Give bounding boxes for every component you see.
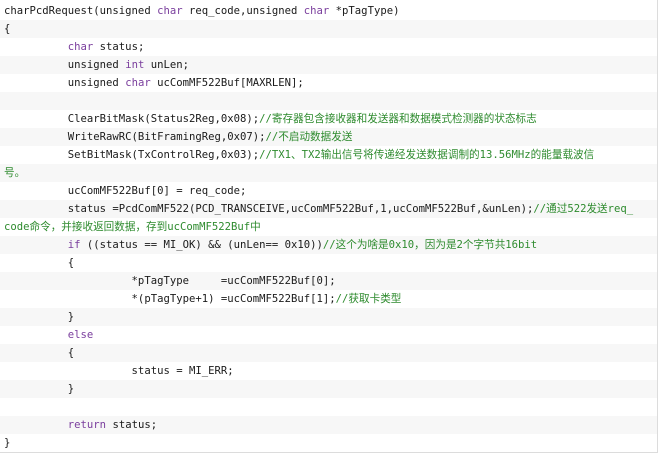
code-line: WriteRawRC(BitFramingReg,0x07);//不启动数据发送 xyxy=(0,128,657,146)
code-text: } xyxy=(4,311,75,323)
code-line: { xyxy=(0,20,657,38)
code-comment: //寄存器包含接收器和发送器和数据模式检测器的状态标志 xyxy=(259,113,537,125)
code-text: *(pTagType+1) =ucComMF522Buf[1]; xyxy=(4,293,336,305)
code-text: *pTagType =ucComMF522Buf[0]; xyxy=(4,275,336,287)
code-text: ClearBitMask(Status2Reg,0x08); xyxy=(4,113,260,125)
code-line: return status; xyxy=(0,416,657,434)
code-text: charPcdRequest(unsigned xyxy=(4,5,158,17)
code-line: *(pTagType+1) =ucComMF522Buf[1];//获取卡类型 xyxy=(0,290,657,308)
code-text: ucComMF522Buf[MAXRLEN]; xyxy=(150,77,304,89)
code-text: unsigned xyxy=(4,59,126,71)
code-line: } xyxy=(0,380,657,398)
code-text: WriteRawRC(BitFramingReg,0x07); xyxy=(4,131,266,143)
code-text: status =PcdComMF522(PCD_TRANSCEIVE,ucCom… xyxy=(4,203,534,215)
code-text: *pTagType) xyxy=(329,5,400,17)
code-keyword: char xyxy=(157,5,183,17)
code-text: unsigned xyxy=(4,77,126,89)
code-keyword: if xyxy=(67,239,81,251)
code-keyword: char xyxy=(125,77,151,89)
code-text: { xyxy=(4,257,75,269)
code-text: { xyxy=(4,23,11,35)
code-line: charPcdRequest(unsigned char req_code,un… xyxy=(0,2,657,20)
code-text: status; xyxy=(93,41,145,53)
code-line: else xyxy=(0,326,657,344)
code-line xyxy=(0,92,657,110)
code-line: if ((status == MI_OK) && (unLen== 0x10))… xyxy=(0,236,657,254)
code-comment: //TX1、TX2输出信号将传递经发送数据调制的13.56MHz的能量载波信 xyxy=(259,149,595,161)
code-line: SetBitMask(TxControlReg,0x03);//TX1、TX2输… xyxy=(0,146,657,164)
code-keyword: char xyxy=(303,5,330,17)
code-text: unLen; xyxy=(144,59,189,71)
code-text: } xyxy=(4,437,11,449)
code-text: ucComMF522Buf[0] = req_code; xyxy=(4,185,247,197)
code-text: SetBitMask(TxControlReg,0x03); xyxy=(4,149,260,161)
code-line: *pTagType =ucComMF522Buf[0]; xyxy=(0,272,657,290)
code-line: status = MI_ERR; xyxy=(0,362,657,380)
code-line: unsigned char ucComMF522Buf[MAXRLEN]; xyxy=(0,74,657,92)
code-keyword: char xyxy=(67,41,94,53)
code-line: status =PcdComMF522(PCD_TRANSCEIVE,ucCom… xyxy=(0,200,657,218)
code-line: char status; xyxy=(0,38,657,56)
code-line: ClearBitMask(Status2Reg,0x08);//寄存器包含接收器… xyxy=(0,110,657,128)
code-comment: code命令，并接收返回数据，存到ucComMF522Buf中 xyxy=(4,221,261,233)
code-text: status = MI_ERR; xyxy=(4,365,234,377)
code-line: { xyxy=(0,344,657,362)
code-text: req_code,unsigned xyxy=(182,5,304,17)
code-comment: //不启动数据发送 xyxy=(265,131,353,143)
code-line: 号。 xyxy=(0,164,657,182)
code-comment: 号。 xyxy=(4,167,26,179)
code-block: charPcdRequest(unsigned char req_code,un… xyxy=(0,0,658,453)
code-line: ucComMF522Buf[0] = req_code; xyxy=(0,182,657,200)
code-keyword: else xyxy=(67,329,94,341)
code-line: } xyxy=(0,308,657,326)
code-text: { xyxy=(4,347,75,359)
code-comment: //这个为啥是0x10，因为是2个字节共16bit xyxy=(322,239,538,251)
code-line: unsigned int unLen; xyxy=(0,56,657,74)
code-keyword: int xyxy=(125,59,145,71)
code-comment: //获取卡类型 xyxy=(335,293,402,305)
code-line: { xyxy=(0,254,657,272)
code-text: ((status == MI_OK) && (unLen== 0x10)) xyxy=(80,239,323,251)
code-comment: //通过522发送req_ xyxy=(533,203,634,215)
code-keyword: return xyxy=(67,419,107,431)
code-text: } xyxy=(4,383,75,395)
code-text: status; xyxy=(106,419,158,431)
code-line: } xyxy=(0,434,657,452)
code-line: code命令，并接收返回数据，存到ucComMF522Buf中 xyxy=(0,218,657,236)
